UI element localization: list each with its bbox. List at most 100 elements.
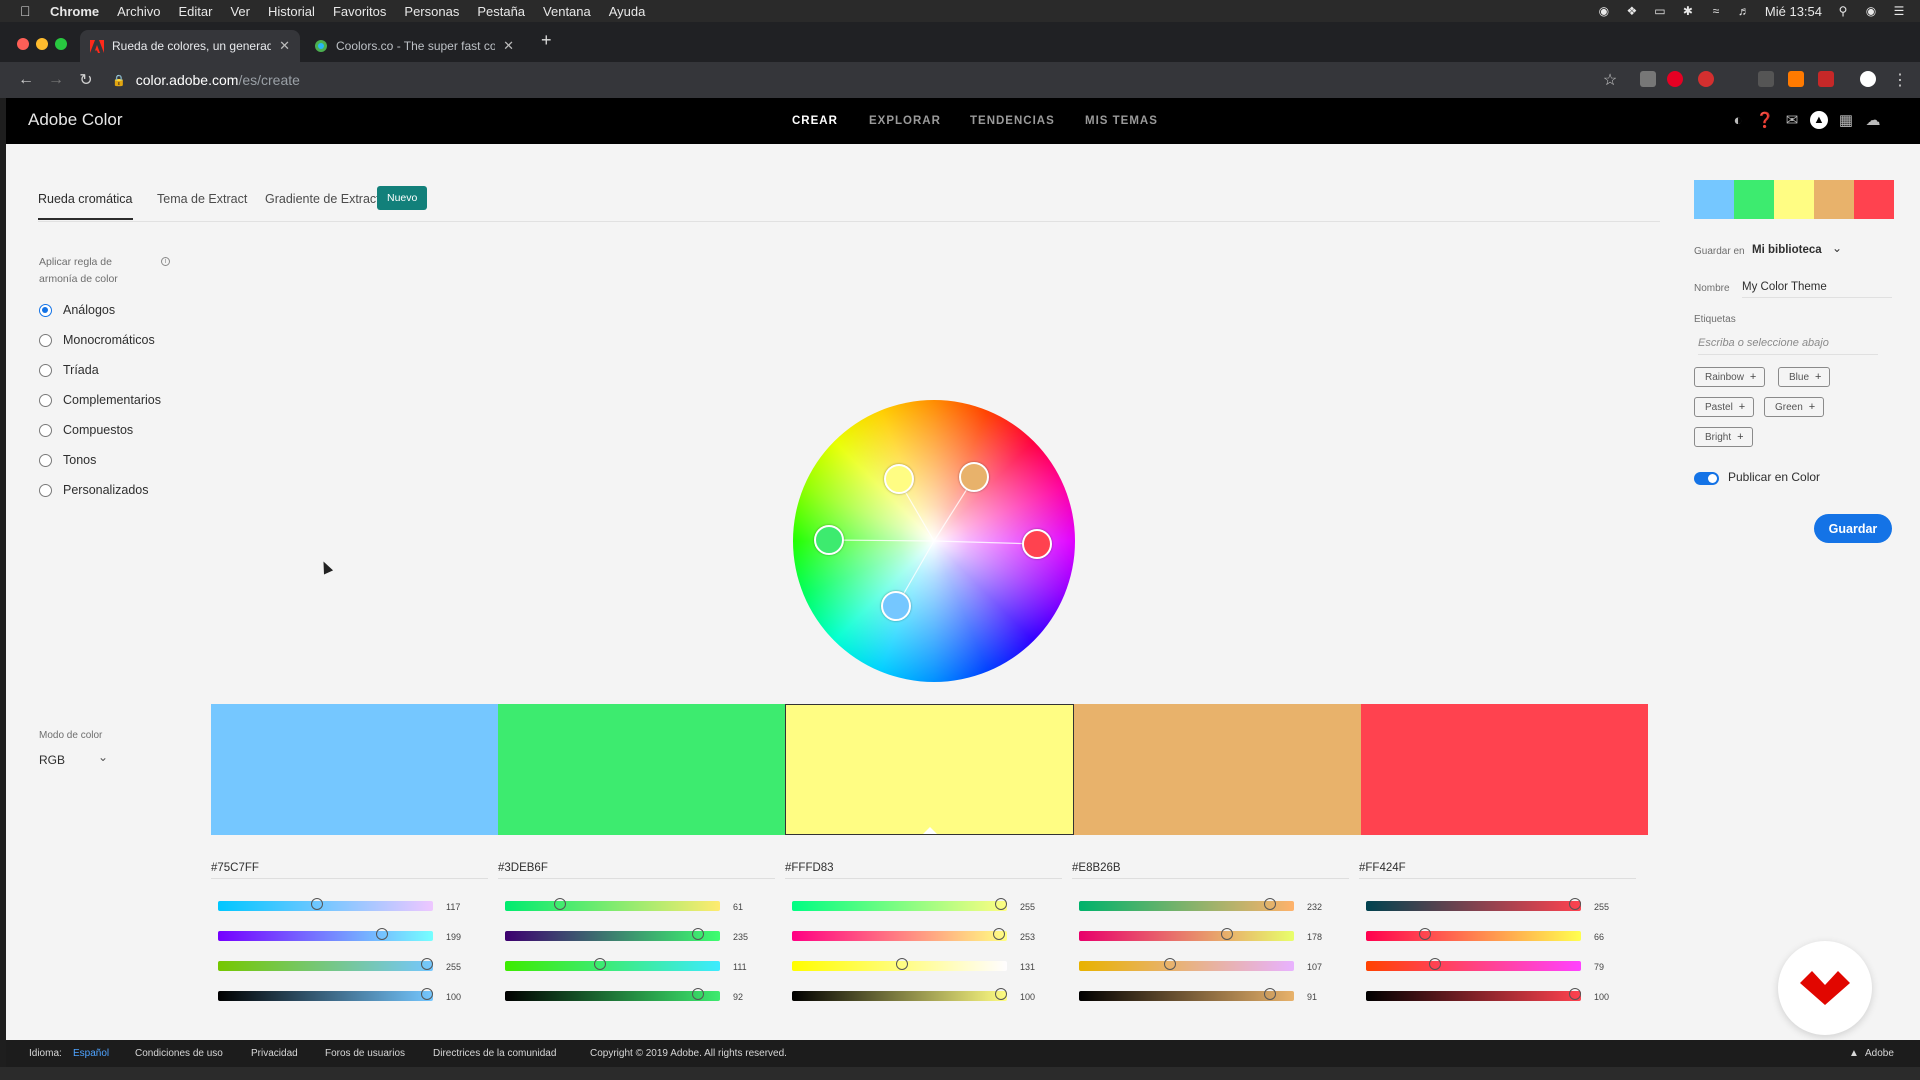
footer-link-terms[interactable]: Condiciones de uso: [135, 1048, 223, 1059]
extension-orange-icon[interactable]: [1788, 71, 1804, 87]
profile-avatar-icon[interactable]: [1860, 71, 1876, 87]
swatch-2[interactable]: [498, 704, 785, 835]
slider-knob[interactable]: [594, 958, 607, 970]
apple-icon[interactable]: : [20, 3, 34, 19]
hex-value-5[interactable]: #FF424F: [1359, 862, 1636, 879]
save-button[interactable]: Guardar: [1814, 514, 1892, 543]
back-arrow-icon[interactable]: ←: [16, 70, 36, 90]
tag-pastel[interactable]: Pastel +: [1694, 397, 1755, 417]
slider-c4-brightness[interactable]: [1079, 988, 1294, 1001]
menu-ayuda[interactable]: Ayuda: [609, 4, 646, 19]
swatch-1[interactable]: [211, 704, 498, 835]
menubar-clock[interactable]: Mié 13:54: [1765, 4, 1822, 19]
footer-link-privacy[interactable]: Privacidad: [251, 1048, 298, 1059]
swatch-4[interactable]: [1074, 704, 1361, 835]
slider-knob[interactable]: [1569, 988, 1581, 1000]
radio-dot[interactable]: [39, 453, 52, 467]
tag-rainbow[interactable]: Rainbow +: [1694, 367, 1766, 387]
slider-c5-r[interactable]: [1366, 898, 1581, 911]
nav-explorar[interactable]: EXPLORAR: [869, 115, 941, 127]
floating-logo-button[interactable]: [1778, 941, 1872, 1035]
extension-lastpass-icon[interactable]: [1818, 71, 1834, 87]
malwarebytes-icon[interactable]: ❖: [1625, 4, 1639, 18]
slider-c2-g[interactable]: [505, 928, 720, 941]
slider-c2-b[interactable]: [505, 958, 720, 971]
footer-link-forums[interactable]: Foros de usuarios: [325, 1048, 405, 1059]
slider-knob[interactable]: [895, 958, 908, 970]
hex-value-2[interactable]: #3DEB6F: [498, 862, 775, 879]
slider-knob[interactable]: [1569, 898, 1581, 910]
nav-mis-temas[interactable]: MIS TEMAS: [1085, 115, 1158, 127]
extension-red-icon[interactable]: [1698, 71, 1714, 87]
radio-dot[interactable]: [39, 423, 52, 437]
swatch-3-selected[interactable]: [785, 704, 1074, 835]
tab-close-icon[interactable]: ✕: [279, 38, 290, 54]
creative-cloud-icon[interactable]: ☁: [1864, 111, 1882, 129]
menu-archivo[interactable]: Archivo: [117, 4, 160, 19]
reload-icon[interactable]: ↻: [76, 70, 96, 90]
wheel-handle-green[interactable]: [814, 525, 844, 555]
menu-ver[interactable]: Ver: [230, 4, 250, 19]
menu-pestana[interactable]: Pestaña: [477, 4, 525, 19]
bookmark-star-icon[interactable]: ☆: [1600, 70, 1620, 90]
footer-link-guidelines[interactable]: Directrices de la comunidad: [433, 1048, 556, 1059]
radio-dot[interactable]: [39, 483, 52, 497]
info-icon[interactable]: i: [161, 257, 170, 266]
browser-tab-coolors[interactable]: Coolors.co - The super fast co ✕: [304, 30, 524, 62]
accessibility-icon[interactable]: ◐: [1729, 111, 1747, 129]
slider-knob[interactable]: [995, 898, 1007, 910]
language-link[interactable]: Español: [73, 1048, 109, 1059]
tab-close-icon[interactable]: ✕: [503, 38, 514, 54]
slider-knob[interactable]: [311, 898, 324, 910]
slider-knob[interactable]: [421, 958, 433, 970]
slider-knob[interactable]: [376, 928, 389, 940]
color-mode-select[interactable]: RGB: [39, 753, 65, 767]
slider-knob[interactable]: [421, 988, 433, 1000]
adobe-account-icon[interactable]: ▲: [1810, 111, 1828, 129]
hex-value-1[interactable]: #75C7FF: [211, 862, 488, 879]
slider-c3-b[interactable]: [792, 958, 1007, 971]
forward-arrow-icon[interactable]: →: [46, 70, 66, 90]
slider-c4-r[interactable]: [1079, 898, 1294, 911]
slider-c5-g[interactable]: [1366, 928, 1581, 941]
footer-brand[interactable]: Adobe: [1865, 1048, 1894, 1059]
siri-icon[interactable]: ◉: [1864, 4, 1878, 18]
slider-knob[interactable]: [995, 988, 1007, 1000]
slider-c3-r[interactable]: [792, 898, 1007, 911]
help-icon[interactable]: ❓: [1756, 111, 1775, 129]
airplay-icon[interactable]: ▭: [1653, 4, 1667, 18]
slider-c2-brightness[interactable]: [505, 988, 720, 1001]
radio-monocromaticos[interactable]: Monocromáticos: [39, 333, 155, 347]
slider-knob[interactable]: [1263, 898, 1276, 910]
slider-knob[interactable]: [691, 928, 704, 940]
spotlight-search-icon[interactable]: ⚲: [1836, 4, 1850, 18]
tag-green[interactable]: Green +: [1764, 397, 1825, 417]
menu-ventana[interactable]: Ventana: [543, 4, 591, 19]
publish-toggle[interactable]: [1694, 472, 1719, 485]
slider-c1-brightness[interactable]: [218, 988, 433, 1001]
chevron-down-icon[interactable]: ⌄: [1832, 241, 1842, 255]
app-logo[interactable]: Adobe Color: [28, 110, 123, 130]
menu-app[interactable]: Chrome: [50, 4, 99, 19]
radio-triada[interactable]: Tríada: [39, 363, 99, 377]
slider-c5-b[interactable]: [1366, 958, 1581, 971]
extension-off-icon[interactable]: [1758, 71, 1774, 87]
chevron-down-icon[interactable]: ⌄: [98, 750, 108, 764]
chrome-menu-icon[interactable]: ⋮: [1890, 70, 1910, 90]
address-bar[interactable]: 🔒 color.adobe.com/es/create: [112, 67, 1612, 93]
radio-dot[interactable]: [39, 393, 52, 407]
hex-value-4[interactable]: #E8B26B: [1072, 862, 1349, 879]
slider-knob[interactable]: [1221, 928, 1234, 940]
nav-tendencias[interactable]: TENDENCIAS: [970, 115, 1055, 127]
wheel-handle-yellow[interactable]: [884, 464, 914, 494]
new-tab-icon[interactable]: +: [541, 30, 552, 51]
slider-c4-g[interactable]: [1079, 928, 1294, 941]
tab-tema-extract[interactable]: Tema de Extract: [157, 192, 247, 206]
tag-blue[interactable]: Blue +: [1778, 367, 1831, 387]
radio-dot[interactable]: [39, 303, 52, 317]
tag-bright[interactable]: Bright +: [1694, 427, 1753, 447]
radio-complementarios[interactable]: Complementarios: [39, 393, 161, 407]
radio-analogos[interactable]: Análogos: [39, 303, 115, 317]
adobe-logo-icon[interactable]: ▲: [1849, 1048, 1859, 1059]
window-minimize-button[interactable]: [36, 38, 48, 50]
